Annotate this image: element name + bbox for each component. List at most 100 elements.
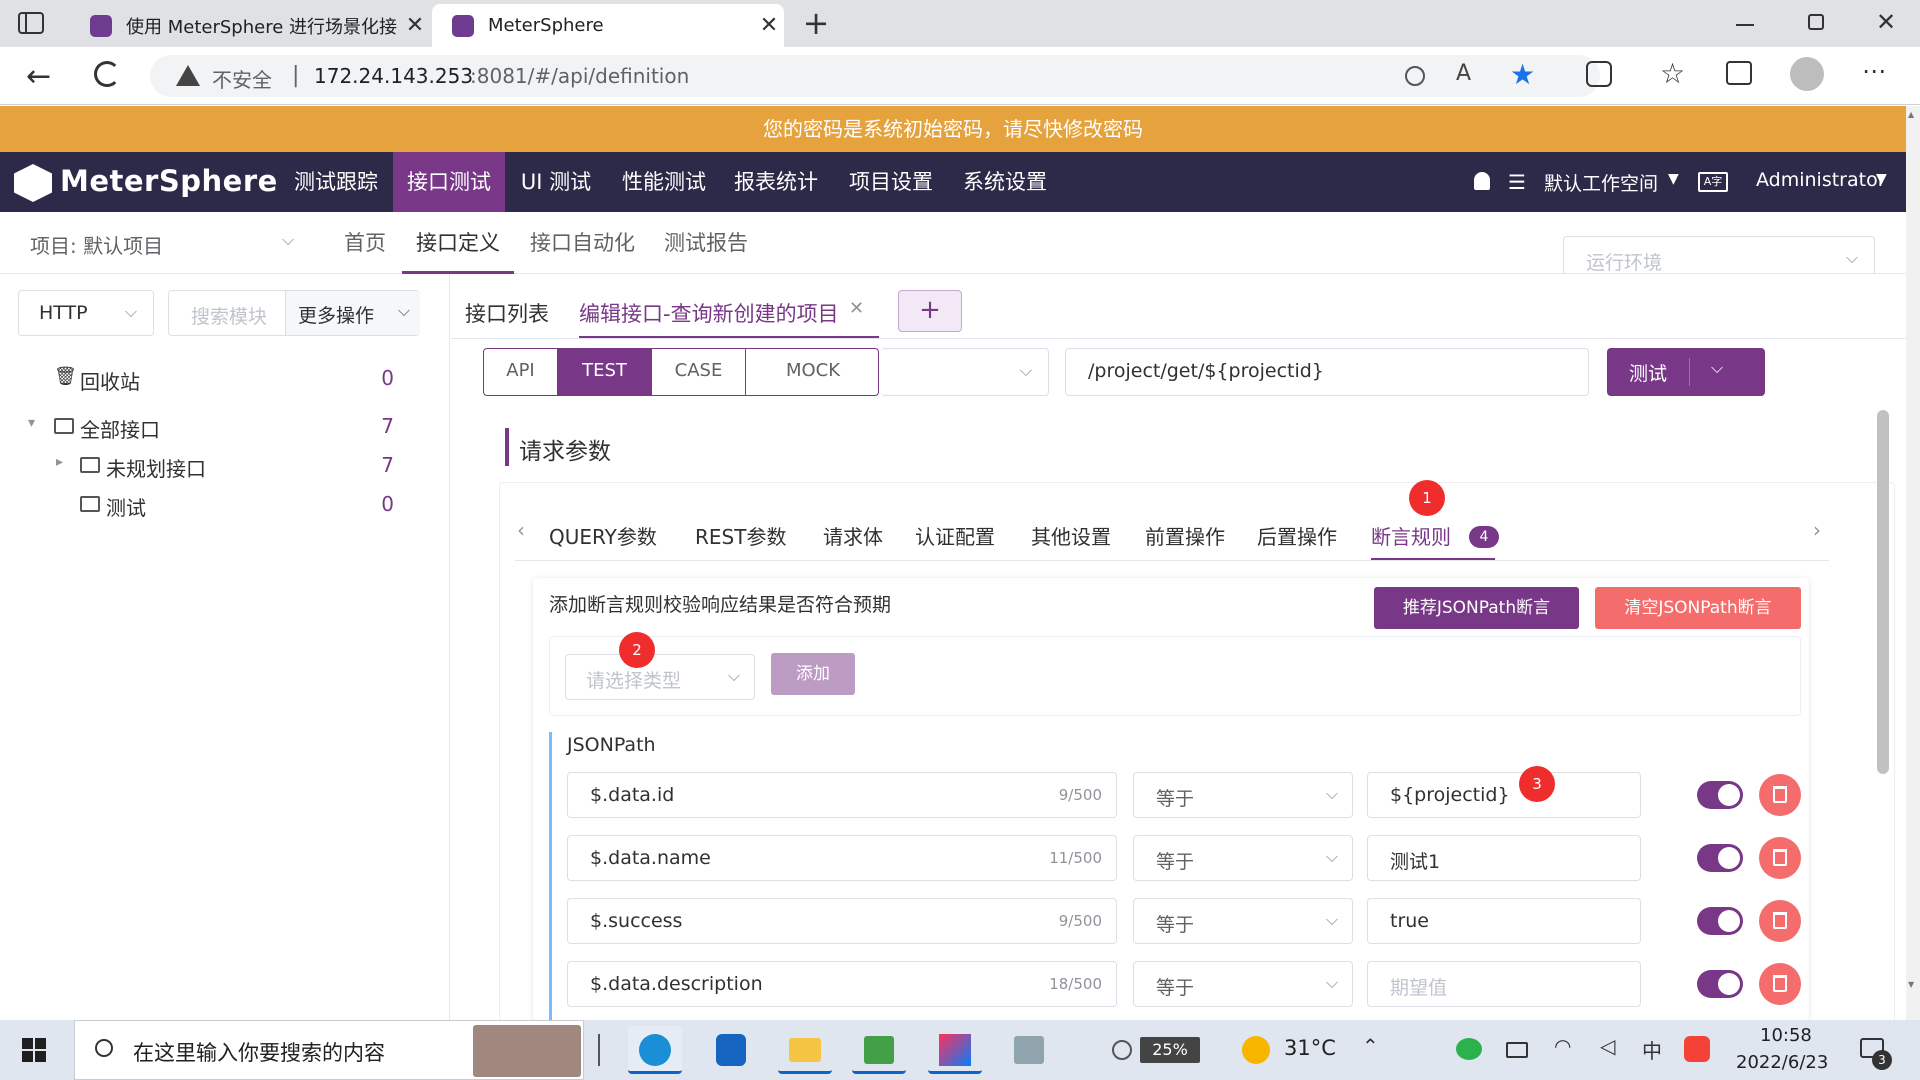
close-window-icon[interactable]: ✕ [1876, 8, 1896, 36]
user-caret-icon[interactable]: ▼ [1876, 171, 1887, 187]
nav-project-settings[interactable]: 项目设置 [835, 152, 947, 212]
delete-button[interactable] [1759, 774, 1801, 816]
add-assertion-button[interactable]: 添加 [771, 653, 855, 695]
workspace-caret-icon[interactable]: ▼ [1668, 171, 1679, 187]
show-hidden-icons[interactable]: ⌃ [1362, 1034, 1379, 1058]
subnav-api-definition[interactable]: 接口定义 [402, 212, 514, 274]
task-list-icon[interactable]: ☰ [1508, 170, 1526, 194]
mode-mock[interactable]: MOCK [746, 349, 878, 395]
image-viewer-icon[interactable] [852, 1026, 906, 1074]
favorites-icon[interactable]: ☆ [1660, 57, 1685, 90]
operator-select[interactable]: 等于 ⌵ [1133, 835, 1353, 881]
nav-reports[interactable]: 报表统计 [720, 152, 832, 212]
language-switch-icon[interactable]: A字 [1698, 172, 1728, 192]
file-explorer-icon[interactable] [778, 1026, 832, 1074]
expected-value-input[interactable]: true [1367, 898, 1641, 944]
mode-case[interactable]: CASE [652, 349, 746, 395]
read-aloud-icon[interactable]: A [1456, 61, 1471, 86]
tabs-prev-icon[interactable]: ‹ [517, 518, 525, 542]
chevron-down-icon[interactable]: ⌵ [1711, 358, 1723, 378]
wifi-icon[interactable]: ◠ [1554, 1034, 1571, 1058]
subnav-home[interactable]: 首页 [344, 212, 386, 274]
nav-ui-test[interactable]: UI 测试 [506, 152, 606, 212]
collections-icon[interactable] [1726, 61, 1752, 85]
protocol-select[interactable]: HTTP ⌵ [18, 290, 154, 336]
add-tab-button[interactable]: + [898, 290, 962, 332]
chevron-down-icon[interactable]: ⌵ [282, 230, 294, 250]
enable-toggle[interactable] [1697, 970, 1743, 998]
tab-auth-config[interactable]: 认证配置 [915, 512, 995, 562]
clock-date[interactable]: 2022/6/23 [1736, 1052, 1828, 1073]
tree-node-test[interactable]: 测试 0 [0, 490, 440, 526]
close-tab-icon[interactable]: ✕ [754, 13, 784, 38]
restore-icon[interactable] [1808, 14, 1824, 30]
key-icon[interactable] [1405, 66, 1425, 86]
back-icon[interactable]: ← [26, 59, 51, 94]
volume-icon[interactable]: ◁ [1600, 1034, 1615, 1058]
bell-icon[interactable] [1474, 172, 1490, 190]
tabs-next-icon[interactable]: › [1813, 518, 1821, 542]
extensions-icon[interactable] [1586, 61, 1612, 87]
clock-time[interactable]: 10:58 [1760, 1025, 1812, 1046]
jsonpath-expression-input[interactable]: $.data.id 9/500 [567, 772, 1117, 818]
delete-button[interactable] [1759, 837, 1801, 879]
subnav-test-report[interactable]: 测试报告 [664, 212, 748, 274]
close-tab-icon[interactable]: ✕ [400, 13, 430, 38]
reload-icon[interactable] [94, 61, 120, 87]
nav-performance-test[interactable]: 性能测试 [608, 152, 720, 212]
tab-other-settings[interactable]: 其他设置 [1031, 512, 1111, 562]
tab-assertions[interactable]: 断言规则 [1371, 512, 1451, 562]
scroll-down-icon[interactable]: ▼ [1908, 980, 1918, 989]
jsonpath-expression-input[interactable]: $.success 9/500 [567, 898, 1117, 944]
content-scrollbar[interactable] [1877, 410, 1889, 774]
mode-test[interactable]: TEST [558, 349, 652, 395]
operator-select[interactable]: 等于 ⌵ [1133, 898, 1353, 944]
clear-jsonpath-button[interactable]: 清空JSONPath断言 [1595, 587, 1801, 629]
taskbar-search-box[interactable]: 在这里输入你要搜索的内容 [74, 1020, 584, 1080]
page-scrollbar[interactable]: ▲ ▼ [1906, 106, 1920, 1020]
tab-api-list[interactable]: 接口列表 [465, 298, 549, 328]
more-menu-icon[interactable]: ⋯ [1862, 57, 1888, 85]
expected-value-input[interactable]: ${projectid} [1367, 772, 1641, 818]
recommend-jsonpath-button[interactable]: 推荐JSONPath断言 [1374, 587, 1579, 629]
browser-tab-metersphere[interactable]: MeterSphere ✕ [432, 4, 784, 47]
nav-api-test[interactable]: 接口测试 [393, 152, 505, 212]
user-menu[interactable]: Administrator [1756, 169, 1886, 191]
close-tab-icon[interactable]: ✕ [849, 298, 864, 319]
tab-post-ops[interactable]: 后置操作 [1257, 512, 1337, 562]
mode-api[interactable]: API [484, 349, 558, 395]
tree-node-all[interactable]: ▾ 全部接口 7 [0, 412, 440, 448]
url-input[interactable]: /project/get/${projectid} [1065, 348, 1589, 396]
subnav-api-automation[interactable]: 接口自动化 [530, 212, 635, 274]
module-search-input[interactable]: 搜索模块 [191, 302, 269, 329]
snipping-tool-icon[interactable] [1002, 1026, 1056, 1074]
method-select[interactable]: ⌵ [881, 348, 1049, 396]
enable-toggle[interactable] [1697, 844, 1743, 872]
nav-system-settings[interactable]: 系统设置 [949, 152, 1061, 212]
ime-indicator[interactable]: 中 [1642, 1035, 1662, 1064]
tab-request-body[interactable]: 请求体 [823, 512, 883, 562]
enable-toggle[interactable] [1697, 781, 1743, 809]
tab-actions-icon[interactable] [18, 12, 44, 34]
favorite-star-icon[interactable]: ★ [1510, 58, 1535, 91]
workspace-selector[interactable]: 默认工作空间 [1544, 169, 1658, 196]
test-button[interactable]: 测试 [1607, 359, 1689, 386]
nav-test-track[interactable]: 测试跟踪 [280, 152, 392, 212]
assertion-type-select[interactable]: 请选择类型 ⌵ [565, 654, 755, 700]
profile-avatar[interactable] [1790, 57, 1824, 91]
jsonpath-expression-input[interactable]: $.data.name 11/500 [567, 835, 1117, 881]
operator-select[interactable]: 等于 ⌵ [1133, 772, 1353, 818]
battery-icon[interactable] [1506, 1042, 1528, 1058]
expected-value-input[interactable]: 期望值 [1367, 961, 1641, 1007]
more-ops-button[interactable]: 更多操作 ⌵ [285, 291, 420, 335]
browser-tab-docs[interactable]: 使用 MeterSphere 进行场景化接 ✕ [70, 4, 430, 47]
delete-button[interactable] [1759, 900, 1801, 942]
tab-query-params[interactable]: QUERY参数 [549, 512, 657, 562]
expected-value-input[interactable]: 测试1 [1367, 835, 1641, 881]
edge-app-icon[interactable] [628, 1026, 682, 1074]
project-selector[interactable]: 项目: 默认项目 [30, 230, 163, 259]
tab-edit-api[interactable]: 编辑接口-查询新创建的项目 [579, 298, 839, 328]
lark-app-icon[interactable] [704, 1026, 758, 1074]
address-field[interactable]: 不安全 | 172.24.143.253 :8081/#/api/definit… [150, 55, 1600, 97]
tab-pre-ops[interactable]: 前置操作 [1145, 512, 1225, 562]
